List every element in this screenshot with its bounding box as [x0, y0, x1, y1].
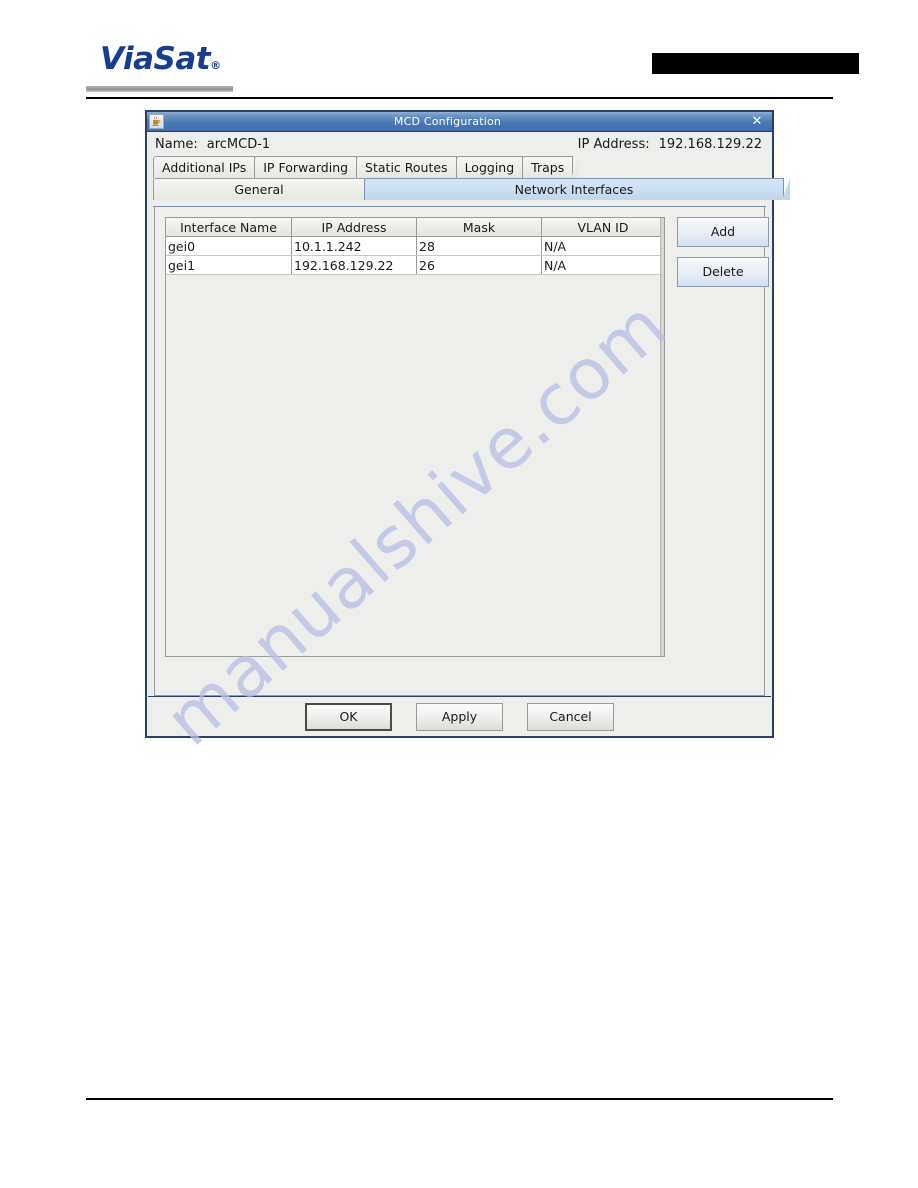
ok-button[interactable]: OK — [305, 702, 392, 731]
delete-button[interactable]: Delete — [677, 257, 769, 287]
device-name-value: arcMCD-1 — [206, 136, 271, 152]
device-name-field: Name: arcMCD-1 — [155, 137, 270, 152]
cell-ip-address[interactable]: 192.168.129.22 — [291, 255, 417, 275]
tab-row-bottom: General Network Interfaces — [153, 178, 790, 200]
device-name-label: Name: — [155, 136, 198, 152]
column-header-mask[interactable]: Mask — [416, 218, 542, 237]
tab-traps[interactable]: Traps — [522, 156, 580, 178]
dialog-identity-row: Name: arcMCD-1 IP Address: 192.168.129.22 — [147, 132, 772, 156]
cell-vlan-id[interactable]: N/A — [541, 255, 664, 275]
cell-vlan-id[interactable]: N/A — [541, 236, 664, 256]
column-header-ip-address[interactable]: IP Address — [291, 218, 417, 237]
table-row[interactable]: gei0 10.1.1.242 28 N/A — [166, 236, 664, 256]
add-button[interactable]: Add — [677, 217, 769, 247]
vertical-scrollbar[interactable] — [660, 218, 664, 656]
close-icon[interactable]: ✕ — [746, 114, 768, 129]
tab-network-interfaces[interactable]: Network Interfaces — [364, 178, 790, 200]
tab-logging[interactable]: Logging — [455, 156, 529, 178]
cell-mask[interactable]: 28 — [416, 236, 542, 256]
redaction-bar — [652, 53, 859, 74]
tab-bar: Additional IPs IP Forwarding Static Rout… — [147, 156, 790, 207]
tab-static-routes[interactable]: Static Routes — [356, 156, 463, 178]
dialog-titlebar[interactable]: MCD Configuration ✕ — [147, 112, 772, 132]
table-header-row: Interface Name IP Address Mask VLAN ID — [166, 218, 664, 237]
table-actions: Add Delete — [677, 217, 769, 297]
registered-mark-icon: ® — [210, 59, 221, 72]
device-ip-field: IP Address: 192.168.129.22 — [578, 137, 762, 152]
page-header: ViaSat® — [0, 0, 918, 100]
logo-underline-bar — [86, 86, 233, 92]
cell-ip-address[interactable]: 10.1.1.242 — [291, 236, 417, 256]
apply-button[interactable]: Apply — [416, 702, 503, 731]
interfaces-table: Interface Name IP Address Mask VLAN ID g… — [166, 218, 664, 275]
cell-interface-name[interactable]: gei1 — [166, 255, 292, 275]
footer-rule — [86, 1098, 833, 1100]
tab-ip-forwarding[interactable]: IP Forwarding — [254, 156, 363, 178]
header-rule — [86, 97, 833, 99]
mcd-configuration-dialog: MCD Configuration ✕ Name: arcMCD-1 IP Add… — [145, 110, 790, 738]
interfaces-table-panel: Interface Name IP Address Mask VLAN ID g… — [165, 217, 665, 657]
column-header-interface-name[interactable]: Interface Name — [166, 218, 292, 237]
device-ip-value: 192.168.129.22 — [658, 136, 762, 152]
network-interfaces-panel: Interface Name IP Address Mask VLAN ID g… — [154, 207, 769, 696]
column-header-vlan-id[interactable]: VLAN ID — [541, 218, 664, 237]
tab-row-top: Additional IPs IP Forwarding Static Rout… — [153, 156, 580, 178]
table-row[interactable]: gei1 192.168.129.22 26 N/A — [166, 255, 664, 275]
viasat-logo-text: ViaSat® — [100, 42, 240, 83]
dialog-footer: OK Apply Cancel — [147, 697, 772, 736]
tab-general[interactable]: General — [153, 178, 371, 200]
dialog-title: MCD Configuration — [393, 115, 502, 128]
tab-additional-ips[interactable]: Additional IPs — [153, 156, 262, 178]
viasat-logo: ViaSat® — [100, 42, 240, 82]
cell-mask[interactable]: 26 — [416, 255, 542, 275]
cancel-button[interactable]: Cancel — [527, 702, 614, 731]
device-ip-label: IP Address: — [577, 136, 650, 152]
cell-interface-name[interactable]: gei0 — [166, 236, 292, 256]
viasat-logo-wordmark: ViaSat — [100, 41, 211, 77]
